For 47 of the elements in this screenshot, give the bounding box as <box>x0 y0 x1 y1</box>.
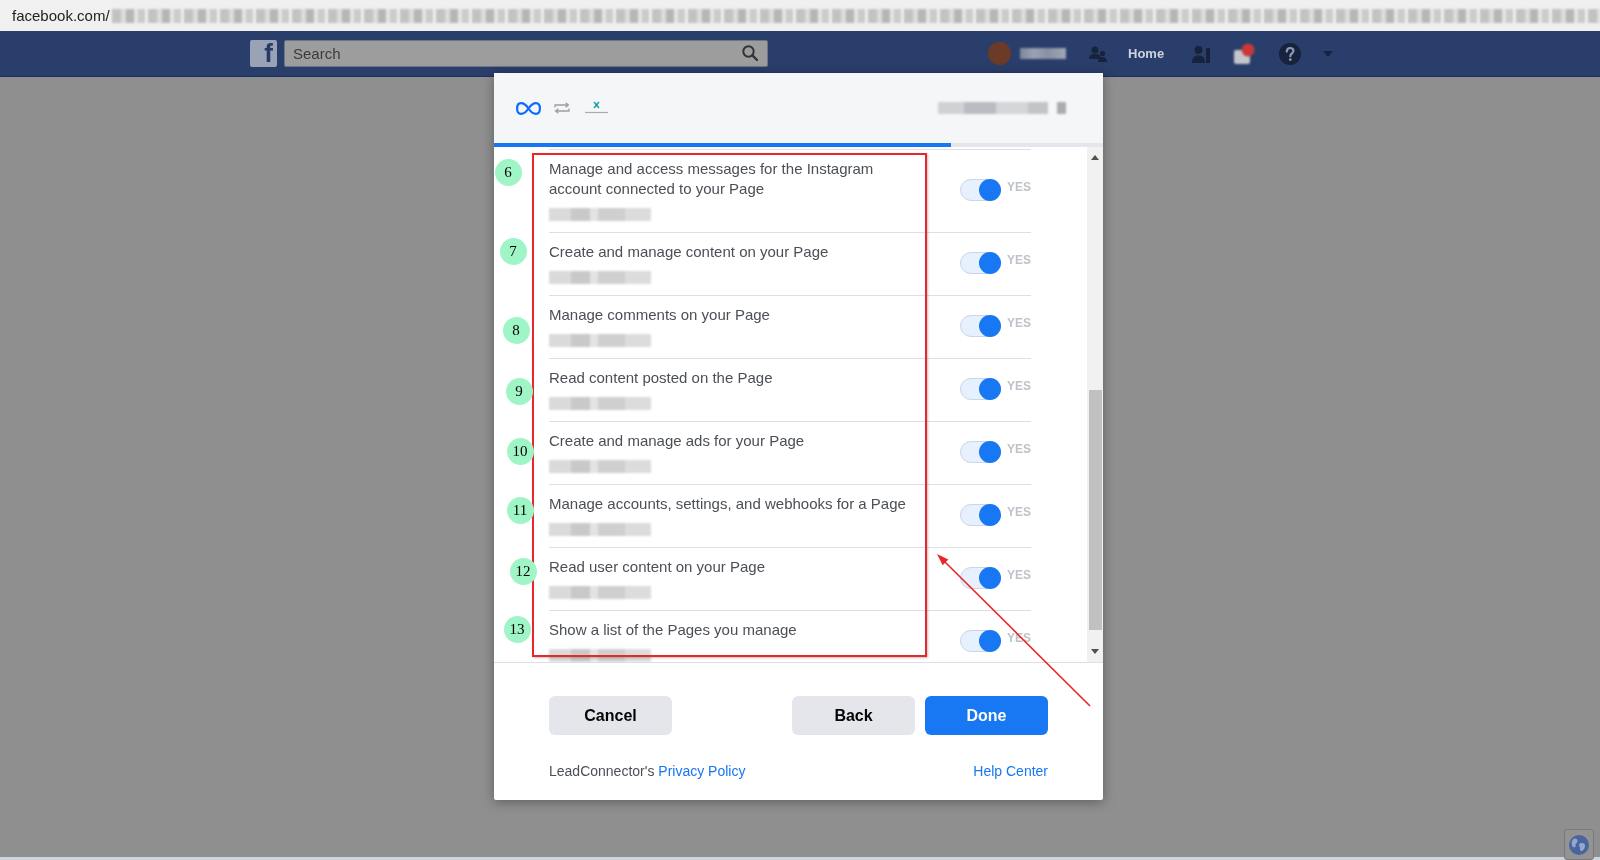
permission-title: Manage comments on your Page <box>549 305 771 325</box>
toggle-switch[interactable] <box>960 504 1001 526</box>
toggle-switch[interactable] <box>960 441 1001 463</box>
permission-title: Read user content on your Page <box>549 557 766 577</box>
privacy-policy-link[interactable]: Privacy Policy <box>658 763 746 779</box>
toggle-switch[interactable] <box>960 315 1001 337</box>
permission-title: Manage and access messages for the Instagram account connected to your Page <box>549 159 875 199</box>
help-center-link[interactable]: Help Center <box>973 762 1048 780</box>
scrollbar-thumb[interactable] <box>1088 390 1102 630</box>
toggle-switch[interactable] <box>960 179 1001 201</box>
permission-title: Show a list of the Pages you manage <box>549 620 798 640</box>
infinity-logo-icon <box>516 101 541 115</box>
help-icon[interactable] <box>1279 42 1302 65</box>
globe-icon <box>1569 834 1589 855</box>
home-link[interactable]: Home <box>1128 46 1165 61</box>
toggle-label: YES <box>1007 505 1031 519</box>
permission-title: Read content posted on the Page <box>549 368 774 388</box>
scrollbar[interactable] <box>1087 147 1103 662</box>
url-text: facebook.com/ <box>12 7 110 24</box>
address-bar[interactable]: facebook.com/ <box>0 0 1600 31</box>
logo[interactable]: f <box>250 40 277 67</box>
toggle-switch[interactable] <box>960 630 1001 652</box>
search-field[interactable]: Search <box>284 40 768 67</box>
globe-button[interactable] <box>1564 829 1594 860</box>
permission-title: Manage accounts, settings, and webhooks for a Page <box>549 494 907 514</box>
scroll-up-icon[interactable] <box>1091 155 1099 160</box>
swap-arrows-icon <box>554 102 570 114</box>
toggle-switch[interactable] <box>960 378 1001 400</box>
blurred-profile-name <box>1020 48 1066 59</box>
primary-button[interactable]: Done <box>925 696 1048 735</box>
toggle-switch[interactable] <box>960 252 1001 274</box>
permission-title: Create and manage ads for your Page <box>549 431 806 451</box>
toggle-switch[interactable] <box>960 567 1001 589</box>
search-icon[interactable] <box>742 45 758 61</box>
toggle-label: YES <box>1007 180 1031 194</box>
privacy-note: LeadConnector's Privacy Policy <box>549 762 746 780</box>
toggle-label: YES <box>1007 442 1031 456</box>
scroll-down-icon[interactable] <box>1091 649 1099 654</box>
toggle-label: YES <box>1007 568 1031 582</box>
toggle-label: YES <box>1007 316 1031 330</box>
toggle-label: YES <box>1007 253 1031 267</box>
toggle-label: YES <box>1007 379 1031 393</box>
app-logo-icon <box>584 101 609 115</box>
secondary-button[interactable]: Back <box>792 696 915 735</box>
notification-icon[interactable] <box>1232 42 1257 65</box>
secondary-button[interactable]: Cancel <box>549 696 672 735</box>
permission-title: Create and manage content on your Page <box>549 242 830 262</box>
